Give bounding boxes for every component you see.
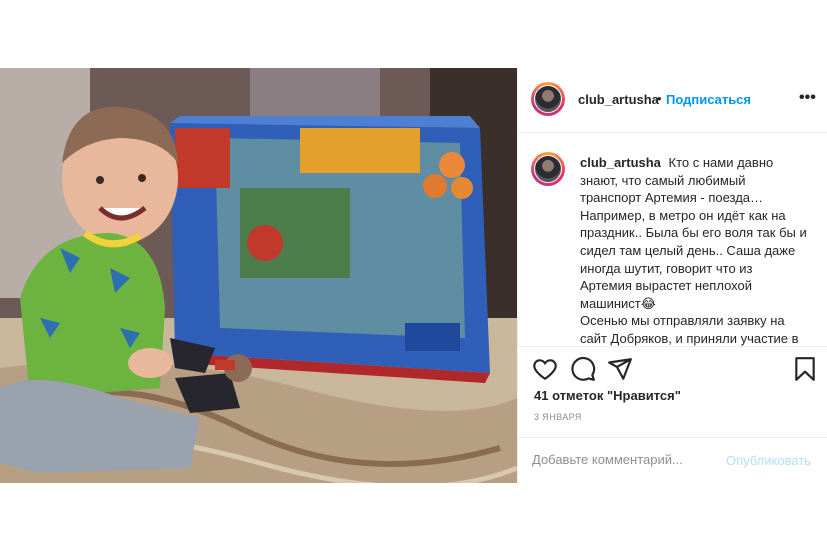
caption-avatar[interactable] xyxy=(531,152,565,186)
publish-button[interactable]: Опубликовать xyxy=(726,453,811,468)
avatar[interactable] xyxy=(531,82,565,116)
separator-dot: • xyxy=(657,91,662,106)
caption: club_artusha Кто с нами давно знают, что… xyxy=(580,154,808,346)
heart-icon[interactable] xyxy=(532,356,558,382)
comment-bar: Опубликовать xyxy=(518,437,827,483)
caption-username-link[interactable]: club_artusha xyxy=(580,155,661,170)
bookmark-icon[interactable] xyxy=(792,356,818,382)
instagram-post: club_artusha • Подписаться ••• club_artu… xyxy=(0,68,827,483)
post-header: club_artusha • Подписаться ••• xyxy=(518,68,827,133)
comment-input[interactable] xyxy=(532,452,732,467)
share-icon[interactable] xyxy=(607,356,633,382)
post-photo[interactable] xyxy=(0,68,517,483)
more-options-icon[interactable]: ••• xyxy=(799,89,816,107)
username-link[interactable]: club_artusha xyxy=(578,92,659,107)
comment-icon[interactable] xyxy=(570,356,596,382)
likes-count[interactable]: 41 отметок "Нравится" xyxy=(534,388,681,403)
caption-area: club_artusha Кто с нами давно знают, что… xyxy=(518,134,827,346)
post-photo-illustration xyxy=(0,68,517,483)
post-date[interactable]: 3 января xyxy=(534,412,582,422)
post-side-panel: club_artusha • Подписаться ••• club_artu… xyxy=(517,68,827,483)
caption-text: Кто с нами давно знают, что самый любимы… xyxy=(580,155,807,346)
follow-button[interactable]: Подписаться xyxy=(666,92,751,107)
